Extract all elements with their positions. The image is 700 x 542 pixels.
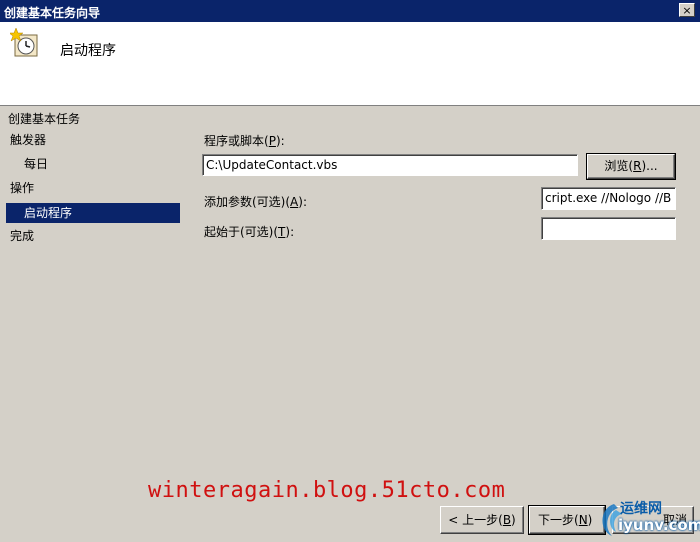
nav-item-daily[interactable]: 每日 (24, 154, 180, 174)
page-title: 启动程序 (60, 43, 116, 59)
next-button[interactable]: 下一步(N) (528, 505, 606, 535)
logo-en-text: iyunv.com (618, 516, 700, 534)
nav-item-label: 触发器 (10, 133, 47, 147)
browse-button[interactable]: 浏览(R)... (586, 153, 676, 180)
back-button[interactable]: < 上一步(B) (440, 506, 524, 534)
start-in-input[interactable] (541, 217, 676, 240)
nav-item-label: 完成 (10, 229, 35, 243)
wizard-header: 启动程序 (0, 22, 700, 106)
program-input[interactable]: C:\UpdateContact.vbs (202, 154, 578, 176)
program-label: 程序或脚本(P): (204, 134, 285, 148)
nav-item-trigger[interactable]: 触发器 (10, 130, 180, 150)
close-icon: × (682, 4, 692, 17)
watermark-text: winteragain.blog.51cto.com (148, 478, 506, 503)
section-title: 创建基本任务 (8, 112, 81, 126)
close-button[interactable]: × (679, 3, 695, 17)
start-in-label: 起始于(可选)(T): (204, 225, 295, 239)
site-logo: 运维网 iyunv.com (596, 500, 700, 540)
nav-item-label: 操作 (10, 181, 35, 195)
nav-item-label: 每日 (24, 157, 49, 171)
logo-cn-text: 运维网 (620, 501, 662, 517)
window-title: 创建基本任务向导 (4, 6, 101, 20)
clock-task-icon (10, 28, 38, 57)
title-bar: 创建基本任务向导 × (0, 0, 700, 22)
nav-item-finish[interactable]: 完成 (10, 226, 180, 246)
arguments-label: 添加参数(可选)(A): (204, 195, 307, 209)
nav-item-action[interactable]: 操作 (10, 178, 180, 198)
nav-item-label: 启动程序 (24, 206, 73, 220)
nav-item-start-program[interactable]: 启动程序 (6, 203, 180, 223)
arguments-input[interactable]: cript.exe //Nologo //B (541, 187, 676, 210)
